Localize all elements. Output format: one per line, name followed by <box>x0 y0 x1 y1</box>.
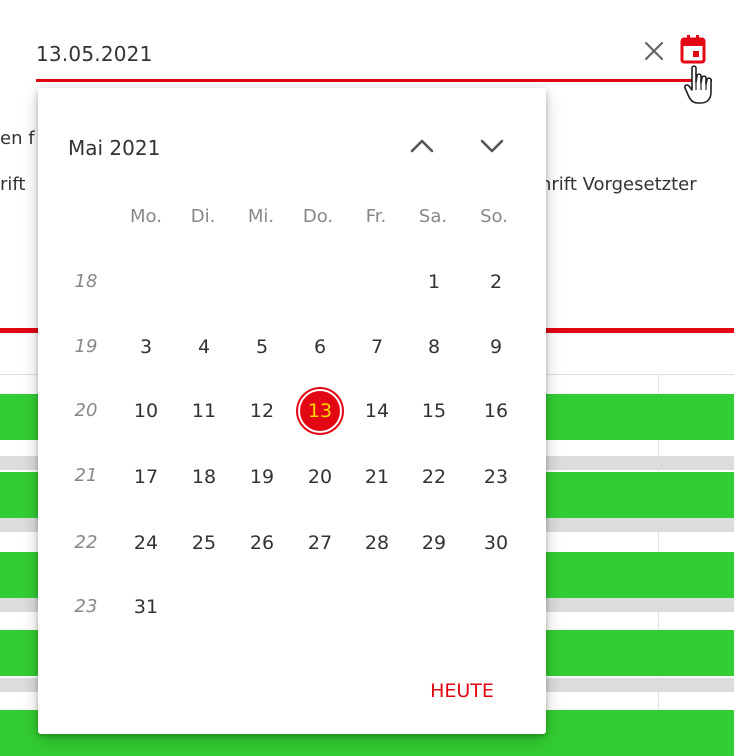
calendar-day[interactable]: 7 <box>355 325 399 369</box>
weekday-header: Do. <box>302 206 334 227</box>
input-underline <box>36 79 712 82</box>
background-label-1: en f <box>0 128 35 149</box>
date-input-field[interactable]: 13.05.2021 <box>36 32 712 82</box>
calendar-icon[interactable] <box>678 34 708 66</box>
calendar-day[interactable]: 10 <box>124 389 168 433</box>
chevron-up-icon[interactable] <box>404 128 440 164</box>
weekday-header: Mi. <box>247 206 275 227</box>
calendar-day[interactable]: 5 <box>240 325 284 369</box>
calendar-day[interactable]: 29 <box>412 521 456 565</box>
today-button[interactable]: HEUTE <box>412 676 512 706</box>
calendar-day[interactable]: 25 <box>182 521 226 565</box>
calendar-day[interactable]: 3 <box>124 325 168 369</box>
calendar-day[interactable]: 18 <box>182 455 226 499</box>
calendar-day[interactable]: 2 <box>474 260 518 304</box>
calendar-day[interactable]: 17 <box>124 455 168 499</box>
calendar-day[interactable]: 8 <box>412 325 456 369</box>
calendar-day-selected[interactable]: 13 <box>298 389 342 433</box>
week-number: 18 <box>74 271 98 292</box>
week-number: 23 <box>74 596 98 617</box>
calendar-day[interactable]: 16 <box>474 389 518 433</box>
calendar-day[interactable]: 14 <box>355 389 399 433</box>
calendar-day[interactable]: 9 <box>474 325 518 369</box>
weekday-header: Fr. <box>365 206 387 227</box>
calendar-day[interactable]: 23 <box>474 455 518 499</box>
weekday-header: So. <box>480 206 508 227</box>
datepicker-popup: Mai 2021 Mo. Di. Mi. Do. Fr. Sa. So. 18 … <box>38 88 546 734</box>
week-number: 22 <box>74 532 98 553</box>
calendar-day[interactable]: 24 <box>124 521 168 565</box>
chevron-down-icon[interactable] <box>474 128 510 164</box>
calendar-day[interactable]: 28 <box>355 521 399 565</box>
calendar-day[interactable]: 19 <box>240 455 284 499</box>
weekday-header: Sa. <box>418 206 448 227</box>
week-number: 21 <box>74 465 98 486</box>
close-icon[interactable] <box>641 38 667 64</box>
date-input-value[interactable]: 13.05.2021 <box>36 42 153 66</box>
calendar-day[interactable]: 30 <box>474 521 518 565</box>
week-number: 20 <box>74 400 98 421</box>
calendar-day[interactable]: 20 <box>298 455 342 499</box>
calendar-day[interactable]: 12 <box>240 389 284 433</box>
weekday-header: Di. <box>190 206 216 227</box>
calendar-day[interactable]: 21 <box>355 455 399 499</box>
calendar-day[interactable]: 1 <box>412 260 456 304</box>
calendar-day[interactable]: 11 <box>182 389 226 433</box>
calendar-day[interactable]: 26 <box>240 521 284 565</box>
hand-pointer-icon <box>683 64 719 106</box>
calendar-day[interactable]: 15 <box>412 389 456 433</box>
calendar-day[interactable]: 22 <box>412 455 456 499</box>
calendar-day[interactable]: 31 <box>124 585 168 629</box>
month-label[interactable]: Mai 2021 <box>68 136 160 160</box>
section-divider-right <box>546 328 734 333</box>
section-divider-left <box>0 328 40 333</box>
calendar-day[interactable]: 27 <box>298 521 342 565</box>
week-number: 19 <box>74 336 98 357</box>
calendar-day[interactable]: 4 <box>182 325 226 369</box>
weekday-header: Mo. <box>130 206 162 227</box>
calendar-day[interactable]: 6 <box>298 325 342 369</box>
background-label-3: hrift Vorgesetzter <box>540 174 697 195</box>
background-label-2: rift <box>0 174 26 195</box>
